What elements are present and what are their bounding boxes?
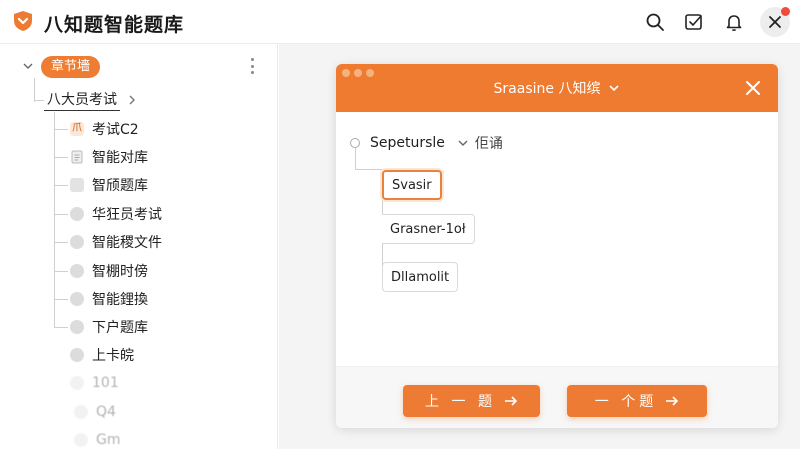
chevron-down-icon [609,85,620,92]
dialog-body: Sepetursle 佢诵 Svasir Grasner-1oł Dllamol… [336,112,778,366]
sidebar-item-label: 智颀题库 [92,178,148,194]
tree-line [54,327,68,328]
tree-line [34,100,44,101]
option-label: Grasner-1oł [390,221,466,237]
sidebar-item-q4[interactable]: Q4 [74,401,116,423]
dialog-title[interactable]: Sraasine 八知缤 [336,64,778,112]
sidebar-item-label: 智棚时傍 [92,264,148,280]
sidebar-group-exam[interactable]: 八大员考试 [44,88,136,112]
sidebar-item-label: 智能对库 [92,150,148,166]
sidebar-item-label: 101 [92,375,119,391]
sidebar-item-label: 下户题库 [92,320,148,336]
prev-button-label: 上 一 题 [425,394,496,410]
dot-icon [70,292,84,306]
sidebar-item-smart-file[interactable]: 智能稷文件 [70,231,162,253]
sidebar-item-smart-time[interactable]: 智棚时傍 [70,260,148,282]
sidebar-item-staff-exam[interactable]: 华狂员考试 [70,203,162,225]
tree-line [54,242,68,243]
sidebar-item-gm[interactable]: Gm [74,429,121,449]
dot-icon [70,264,84,278]
sidebar-group-label: 八大员考试 [44,89,120,111]
dot-icon [70,235,84,249]
tree-line [54,157,68,158]
notification-dot [781,7,790,16]
square-icon [70,178,84,192]
option-label: Svasir [392,177,432,193]
arrow-right-icon [666,396,679,406]
search-icon[interactable] [643,10,667,34]
sidebar-item-label: 智能鋰換 [92,292,148,308]
close-button[interactable] [760,7,790,37]
tree-line [355,169,383,170]
checkbox-icon[interactable] [682,10,706,34]
option-1[interactable]: Svasir [382,170,442,200]
close-icon [769,16,781,28]
tree-line [54,299,68,300]
sidebar-item-label: 考试C2 [92,122,139,138]
root-node-label: Sepetursle [370,135,445,151]
sidebar: 章节墻 八大员考试 爪 考试C2 智能对库 智颀题库 华狂员考试 智能稷文件 智… [0,44,278,449]
sidebar-item-label: Q4 [96,404,116,420]
dot-icon [74,405,88,419]
chevron-right-icon [129,95,135,105]
tree-line [54,271,68,272]
dot-icon [70,348,84,362]
sidebar-item-label: 上卡皖 [92,348,134,364]
node-circle-icon [350,138,360,148]
tree-line [54,185,68,186]
chevron-down-icon [458,140,468,146]
dot-icon [70,376,84,390]
arrow-right-icon [504,396,518,406]
logo-shield-icon [14,11,32,31]
option-2[interactable]: Grasner-1oł [382,214,475,244]
sidebar-item-smart-library[interactable]: 智能对库 [70,146,148,168]
file-icon: 爪 [70,122,84,136]
bell-icon[interactable] [722,10,746,34]
question-dialog: Sraasine 八知缤 Sepetursle 佢诵 Svasir Grasne… [336,64,778,428]
sidebar-item-label: 华狂员考试 [92,207,162,223]
more-options-icon[interactable] [247,58,257,74]
sidebar-item-exam-c2[interactable]: 爪 考试C2 [70,118,139,140]
tree-line [54,214,68,215]
sidebar-item-smart-switch[interactable]: 智能鋰換 [70,288,148,310]
chapter-badge[interactable]: 章节墻 [41,56,101,78]
next-question-button[interactable]: 一 个题 [567,385,707,417]
tree-root-node[interactable]: Sepetursle 佢诵 [350,132,503,154]
tree-line [355,148,356,170]
app-header: 八知题智能题库 [0,0,800,44]
app-title: 八知题智能题库 [44,14,185,36]
sidebar-item-lower-bank[interactable]: 下户题库 [70,316,148,338]
prev-question-button[interactable]: 上 一 题 [403,385,540,417]
chevron-down-icon[interactable] [22,60,34,72]
dialog-title-text: Sraasine 八知缤 [493,81,601,97]
close-icon[interactable] [744,79,762,97]
next-button-label: 一 个题 [594,394,658,410]
dialog-header: Sraasine 八知缤 [336,64,778,112]
sidebar-item-label: Gm [96,432,121,448]
tree-line [34,78,35,102]
sidebar-item-upper-card[interactable]: 上卡皖 [70,344,134,366]
dot-icon [70,207,84,221]
dot-icon [70,320,84,334]
root-node-suffix: 佢诵 [474,136,503,152]
sidebar-item-question-bank[interactable]: 智颀题库 [70,174,148,196]
tree-line [54,129,68,130]
document-icon [71,150,83,164]
option-label: Dllamolit [391,269,450,285]
sidebar-item-101[interactable]: 101 [70,372,119,394]
dot-icon [74,433,88,447]
sidebar-item-label: 智能稷文件 [92,235,162,251]
dialog-footer: 上 一 题 一 个题 [336,366,778,428]
tree-line [54,112,55,328]
option-3[interactable]: Dllamolit [382,262,459,292]
